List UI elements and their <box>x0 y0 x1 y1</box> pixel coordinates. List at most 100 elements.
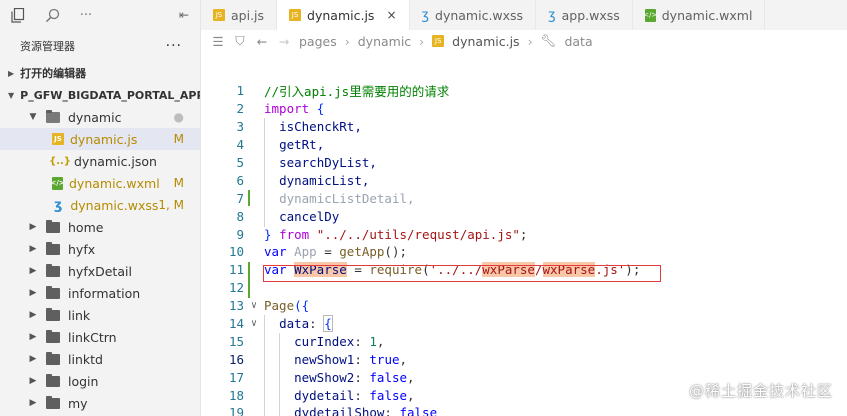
code-identifier: searchDyList, <box>279 155 377 170</box>
tree-file-dynamic-wxml[interactable]: </> dynamic.wxml M <box>0 172 200 194</box>
tree-folder-my[interactable]: ▶ my <box>0 392 200 414</box>
code-identifier: dynamicList, <box>279 172 370 188</box>
code-line: 14 ∨ data: { <box>201 315 847 335</box>
project-label: P_GFW_BIGDATA_PORTAL_APPLET <box>20 88 200 102</box>
tree-item-label: hyfxDetail <box>68 263 132 279</box>
code-editor[interactable]: 1 //引入api.js里需要用的的请求 2 import { 3 isChen… <box>201 82 847 416</box>
tab-dynamic-wxss[interactable]: ʒ dynamic.wxss <box>410 0 537 30</box>
code-function: require <box>369 262 423 278</box>
code-punct: : <box>309 316 325 332</box>
code-brace: } <box>264 226 272 242</box>
line-number: 11 <box>228 262 244 278</box>
tab-dynamic-js[interactable]: JS dynamic.js × <box>277 0 410 30</box>
js-file-icon: JS <box>213 9 225 21</box>
code-punct: (); <box>384 244 407 260</box>
tree-folder-login[interactable]: ▶ login <box>0 370 200 392</box>
explorer-more-button[interactable]: ··· <box>166 38 182 54</box>
line-number: 15 <box>228 333 244 349</box>
code-brace: { <box>316 101 325 117</box>
js-file-icon: JS <box>52 133 64 145</box>
tree-folder-linktd[interactable]: ▶ linktd <box>0 348 200 370</box>
breadcrumb-file[interactable]: dynamic.js <box>452 34 519 49</box>
code-string: .js' <box>595 262 626 278</box>
more-icon[interactable]: ··· <box>78 7 94 23</box>
fold-chevron-icon[interactable]: ∨ <box>244 300 264 311</box>
chevron-right-icon: ▶ <box>29 266 37 276</box>
code-string: wxParse <box>542 262 596 278</box>
code-line: 13 ∨ Page({ <box>201 297 847 315</box>
code-string: wxParse <box>482 262 535 278</box>
tree-item-label: information <box>68 285 141 301</box>
fold-chevron-icon[interactable]: ∨ <box>244 318 264 329</box>
back-arrow-icon[interactable]: ← <box>255 34 269 49</box>
chevron-right-icon: ▶ <box>29 398 37 408</box>
bookmark-icon[interactable]: ⛉ <box>233 33 247 49</box>
tree-folder-dynamic[interactable]: ▼ dynamic ● <box>0 106 200 128</box>
chevron-down-icon: ▼ <box>8 90 15 100</box>
project-section[interactable]: ▼ P_GFW_BIGDATA_PORTAL_APPLET <box>0 84 200 106</box>
list-icon[interactable]: ☰ <box>211 34 225 49</box>
tree-item-label: home <box>68 219 104 235</box>
code-punct: ( <box>422 262 430 278</box>
code-line: 4 getRt, <box>201 136 847 156</box>
code-string: "../../utils/requst/api.js" <box>316 226 520 242</box>
breadcrumb: ☰ ⛉ ← → pages › dynamic › JS dynamic.js … <box>201 30 847 52</box>
wrench-icon: 🔧︎ <box>540 33 557 48</box>
line-number: 19 <box>228 405 244 416</box>
folder-icon <box>46 241 60 255</box>
wxml-file-icon: </> <box>643 8 657 22</box>
code-keyword: import <box>264 101 310 117</box>
tree-file-dynamic-json[interactable]: {..} dynamic.json <box>0 150 200 172</box>
code-boolean: true <box>369 351 400 367</box>
code-line: 10 var App = getApp(); <box>201 243 847 261</box>
tree-folder-linkctrn[interactable]: ▶ linkCtrn <box>0 326 200 348</box>
line-number: 13 <box>228 298 244 314</box>
code-line: 12 <box>201 279 847 297</box>
tree-folder-link[interactable]: ▶ link <box>0 304 200 326</box>
tree-folder-hyfx[interactable]: ▶ hyfx <box>0 238 200 260</box>
code-brace: { <box>323 315 333 333</box>
tab-dynamic-wxml[interactable]: </> dynamic.wxml <box>633 0 766 30</box>
code-function: getApp <box>339 244 385 260</box>
tree-folder-information[interactable]: ▶ information <box>0 282 200 304</box>
tree-folder-home[interactable]: ▶ home <box>0 216 200 238</box>
forward-arrow-icon[interactable]: → <box>277 34 291 49</box>
css-file-icon: ʒ <box>421 7 430 23</box>
tree-folder-hyfxdetail[interactable]: ▶ hyfxDetail <box>0 260 200 282</box>
chevron-right-icon: › <box>419 33 425 49</box>
folder-icon <box>46 285 60 299</box>
sidebar-toolbar: ··· ⇤ <box>0 0 200 30</box>
code-number: 1 <box>369 333 377 349</box>
split-editor-icon[interactable]: ⇤ <box>176 7 192 23</box>
chevron-right-icon: ▶ <box>29 332 37 342</box>
modified-dot: ● <box>173 110 184 124</box>
code-line: 3 isChenckRt, <box>201 118 847 138</box>
line-number: 14 <box>228 316 244 332</box>
code-line: 19 dydetailShow: false <box>201 404 847 416</box>
git-change-marker <box>248 190 250 206</box>
breadcrumb-symbol[interactable]: data <box>564 34 592 49</box>
tree-file-dynamic-js[interactable]: JS dynamic.js M <box>0 128 200 150</box>
folder-icon <box>46 307 60 321</box>
tab-api-js[interactable]: JS api.js <box>201 0 278 30</box>
tree-item-label: dynamic <box>68 109 122 125</box>
git-status-badge: 1, M <box>158 198 184 212</box>
chevron-right-icon: ▶ <box>29 310 37 320</box>
line-number: 17 <box>228 369 244 385</box>
explorer-title-label: 资源管理器 <box>20 40 75 53</box>
folder-icon <box>46 263 60 277</box>
open-editors-section[interactable]: ▶ 打开的编辑器 <box>0 62 200 84</box>
breadcrumb-dynamic[interactable]: dynamic <box>358 34 411 49</box>
code-line: 2 import { <box>201 100 847 118</box>
tab-label: dynamic.wxss <box>435 7 524 23</box>
tree-item-label: hyfx <box>68 241 96 257</box>
search-icon[interactable] <box>44 7 60 23</box>
code-identifier: isChenckRt, <box>279 119 362 135</box>
tree-file-dynamic-wxss[interactable]: ʒ dynamic.wxss 1, M <box>0 194 200 216</box>
tree-item-label: linktd <box>68 351 103 367</box>
files-icon[interactable] <box>10 7 26 23</box>
tab-app-wxss[interactable]: ʒ app.wxss <box>536 0 633 30</box>
git-change-marker <box>248 262 250 298</box>
close-icon[interactable]: × <box>386 8 396 22</box>
breadcrumb-pages[interactable]: pages <box>299 34 337 49</box>
